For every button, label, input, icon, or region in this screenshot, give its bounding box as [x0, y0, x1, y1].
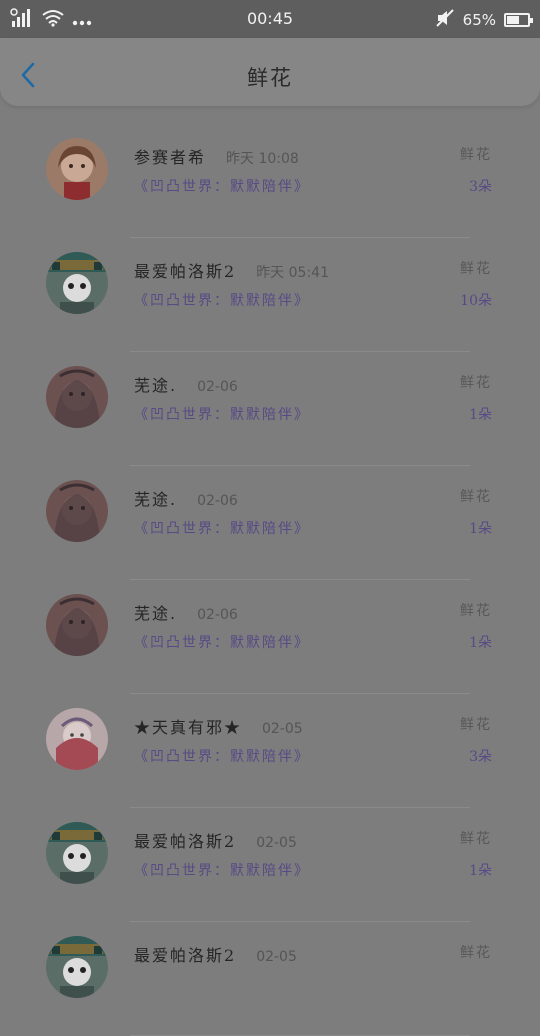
name-row: 最爱帕洛斯2 昨天 05:41 — [134, 258, 329, 282]
record-time: 昨天 05:41 — [256, 265, 329, 281]
gift-source[interactable]: 《凹凸世界：默默陪伴》 — [134, 176, 310, 196]
name-row: 芜途. 02-06 — [134, 372, 238, 396]
record-time: 02-05 — [262, 721, 303, 737]
sender-name[interactable]: 芜途. — [134, 600, 177, 624]
mute-icon — [435, 8, 455, 32]
gift-count: 1朵 — [469, 521, 492, 537]
gift-type: 鲜花 — [460, 717, 492, 733]
name-row: 芜途. 02-06 — [134, 486, 238, 510]
name-row: 最爱帕洛斯2 02-05 — [134, 942, 297, 966]
gift-source[interactable]: 《凹凸世界：默默陪伴》 — [134, 746, 310, 766]
gift-type: 鲜花 — [460, 603, 492, 619]
gift-source[interactable]: 《凹凸世界：默默陪伴》 — [134, 404, 310, 424]
sender-name[interactable]: 芜途. — [134, 372, 177, 396]
avatar[interactable] — [46, 594, 108, 656]
record-time: 02-06 — [197, 493, 238, 509]
gift-type: 鲜花 — [460, 945, 492, 961]
page-title: 鲜花 — [247, 66, 293, 90]
list-item[interactable]: ★天真有邪★ 02-05 《凹凸世界：默默陪伴》 鲜花 3朵 — [0, 694, 540, 808]
record-time: 昨天 10:08 — [226, 151, 299, 167]
sender-name[interactable]: 芜途. — [134, 486, 177, 510]
name-row: ★天真有邪★ 02-05 — [134, 714, 303, 738]
battery-text: 65% — [462, 11, 496, 29]
list-item[interactable]: 芜途. 02-06 《凹凸世界：默默陪伴》 鲜花 1朵 — [0, 466, 540, 580]
avatar[interactable] — [46, 822, 108, 884]
list-item[interactable]: 最爱帕洛斯2 02-05 鲜花 — [0, 922, 540, 1036]
gift-source[interactable]: 《凹凸世界：默默陪伴》 — [134, 290, 310, 310]
record-time: 02-06 — [197, 607, 238, 623]
battery-level — [507, 16, 519, 24]
gift-record-list: 参赛者希 昨天 10:08 《凹凸世界：默默陪伴》 鲜花 3朵 最爱帕洛斯2 昨天 05:4… — [0, 124, 540, 1036]
gift-type: 鲜花 — [460, 147, 492, 163]
avatar[interactable] — [46, 138, 108, 200]
gift-count: 3朵 — [469, 749, 492, 765]
gift-count: 3朵 — [469, 179, 492, 195]
gift-source[interactable]: 《凹凸世界：默默陪伴》 — [134, 518, 310, 538]
sender-name[interactable]: ★天真有邪★ — [134, 714, 242, 738]
list-item[interactable]: 最爱帕洛斯2 02-05 《凹凸世界：默默陪伴》 鲜花 1朵 — [0, 808, 540, 922]
gift-count: 10朵 — [460, 293, 492, 309]
record-time: 02-05 — [256, 949, 297, 965]
gift-type: 鲜花 — [460, 261, 492, 277]
avatar[interactable] — [46, 252, 108, 314]
status-right-icons: 65% — [435, 8, 533, 32]
record-time: 02-06 — [197, 379, 238, 395]
list-item[interactable]: 参赛者希 昨天 10:08 《凹凸世界：默默陪伴》 鲜花 3朵 — [0, 124, 540, 238]
name-row: 参赛者希 昨天 10:08 — [134, 144, 299, 168]
name-row: 芜途. 02-06 — [134, 600, 238, 624]
nav-bar: 鲜花 — [0, 38, 540, 106]
sender-name[interactable]: 参赛者希 — [134, 144, 206, 168]
list-item[interactable]: 芜途. 02-06 《凹凸世界：默默陪伴》 鲜花 1朵 — [0, 352, 540, 466]
list-item[interactable]: 最爱帕洛斯2 昨天 05:41 《凹凸世界：默默陪伴》 鲜花 10朵 — [0, 238, 540, 352]
battery-icon — [504, 13, 533, 27]
sender-name[interactable]: 最爱帕洛斯2 — [134, 828, 236, 852]
gift-type: 鲜花 — [460, 831, 492, 847]
list-item[interactable]: 芜途. 02-06 《凹凸世界：默默陪伴》 鲜花 1朵 — [0, 580, 540, 694]
status-bar: 00:45 65% — [0, 0, 540, 38]
gift-source[interactable]: 《凹凸世界：默默陪伴》 — [134, 632, 310, 652]
avatar[interactable] — [46, 936, 108, 998]
gift-count: 1朵 — [469, 863, 492, 879]
avatar[interactable] — [46, 366, 108, 428]
sender-name[interactable]: 最爱帕洛斯2 — [134, 258, 236, 282]
record-time: 02-05 — [256, 835, 297, 851]
avatar[interactable] — [46, 708, 108, 770]
gift-count: 1朵 — [469, 635, 492, 651]
name-row: 最爱帕洛斯2 02-05 — [134, 828, 297, 852]
gift-count: 1朵 — [469, 407, 492, 423]
gift-type: 鲜花 — [460, 489, 492, 505]
gift-source[interactable]: 《凹凸世界：默默陪伴》 — [134, 860, 310, 880]
sender-name[interactable]: 最爱帕洛斯2 — [134, 942, 236, 966]
gift-type: 鲜花 — [460, 375, 492, 391]
avatar[interactable] — [46, 480, 108, 542]
